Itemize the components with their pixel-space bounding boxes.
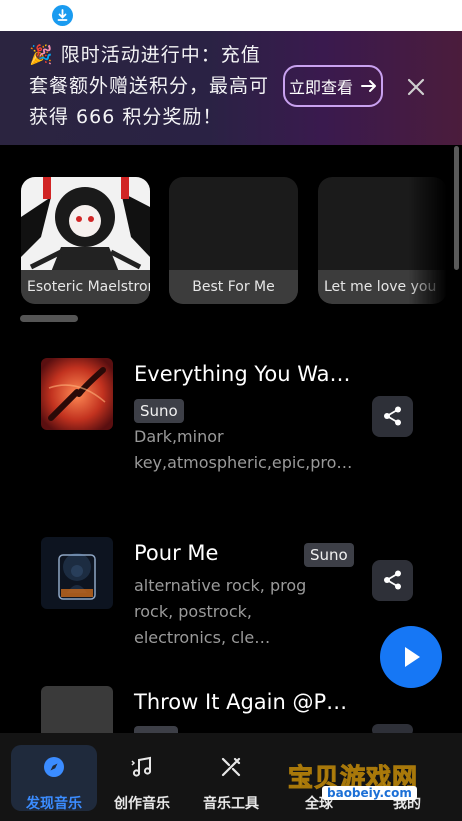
song-desc: Dark,minor key,atmospheric,epic,pro… (134, 427, 353, 472)
arrow-right-icon (361, 80, 376, 92)
share-icon (384, 570, 401, 590)
nav-label: 音乐工具 (203, 796, 259, 812)
nav-label: 创作音乐 (114, 796, 170, 812)
scrollbar[interactable] (454, 146, 459, 270)
song-cover[interactable] (41, 537, 113, 609)
view-now-label: 立即查看 (288, 78, 353, 97)
carousel-card-2[interactable]: Best For Me (169, 177, 298, 304)
song-title[interactable]: Throw It Again @P… (134, 690, 347, 714)
close-icon[interactable] (404, 75, 428, 99)
play-button[interactable] (380, 626, 442, 688)
share-icon (384, 406, 401, 426)
song-title[interactable]: Pour Me (134, 541, 218, 565)
carousel-card-1[interactable]: Esoteric Maelstrom (21, 177, 150, 304)
view-now-button[interactable]: 立即查看 (283, 65, 383, 107)
promo-text: 🎉 限时活动进行中：充值套餐额外赠送积分，最高可获得 666 积分奖励！ (29, 44, 270, 128)
nav-create[interactable]: 创作音乐 (99, 745, 185, 812)
song-title[interactable]: Everything You Wa… (134, 362, 351, 386)
song-tag: Suno (134, 399, 184, 423)
watermark-url: baobeiy.com (322, 786, 417, 800)
share-button[interactable] (372, 396, 413, 437)
nav-discover[interactable]: 发现音乐 (11, 745, 97, 812)
carousel-card-3[interactable]: Let me love you (318, 177, 447, 304)
status-bar (0, 0, 462, 31)
play-icon (405, 647, 420, 667)
song-cover-art (41, 537, 113, 609)
download-icon (52, 5, 73, 26)
card-artwork (21, 177, 150, 277)
card-title: Best For Me (169, 270, 298, 304)
song-cover[interactable] (41, 358, 113, 430)
share-button[interactable] (372, 560, 413, 601)
compass-icon (44, 757, 64, 777)
carousel-indicator (20, 315, 78, 322)
song-tag: Suno (304, 543, 354, 567)
nav-tools[interactable]: 音乐工具 (188, 745, 274, 812)
music-note-icon (131, 756, 152, 777)
nav-label: 发现音乐 (26, 796, 82, 812)
card-title: Let me love you (318, 270, 447, 304)
song-cover-art (41, 358, 113, 430)
song-desc: alternative rock, prog rock, postrock, e… (134, 576, 307, 647)
promo-banner: 🎉 限时活动进行中：充值套餐额外赠送积分，最高可获得 666 积分奖励！ 立即查… (0, 31, 462, 145)
tools-icon (221, 757, 241, 777)
card-title: Esoteric Maelstrom (21, 270, 150, 304)
